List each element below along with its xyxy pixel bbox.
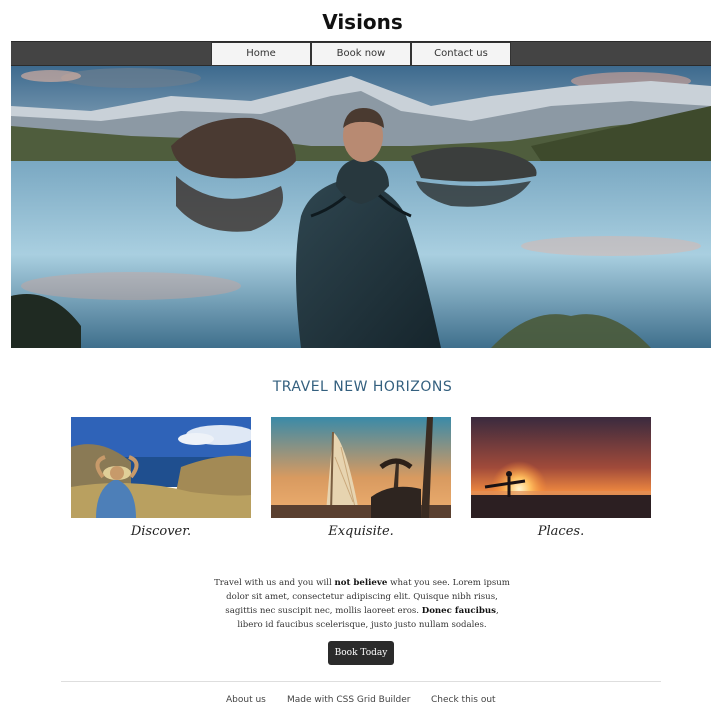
section-heading: TRAVEL NEW HORIZONS: [272, 379, 453, 395]
card-caption: Places.: [537, 524, 585, 539]
intro-bold-text: Donec faucibus: [421, 606, 496, 616]
main-nav: Home Book now Contact us: [11, 41, 711, 66]
site-title: Visions: [322, 10, 403, 34]
book-today-button[interactable]: Book Today: [328, 641, 394, 665]
sunset-surfer-photo: [471, 417, 651, 518]
nav-item-contact-us[interactable]: Contact us: [411, 42, 511, 66]
card-caption: Exquisite.: [328, 524, 394, 539]
nav-item-book-now[interactable]: Book now: [311, 42, 411, 66]
card-places: Places.: [471, 417, 651, 542]
card-discover: Discover.: [71, 417, 251, 542]
card-exquisite: Exquisite.: [271, 417, 451, 542]
intro-paragraph: Travel with us and you will not believe …: [212, 576, 512, 632]
intro-bold-text: not believe: [334, 578, 388, 588]
footer-link-about-us[interactable]: About us: [226, 692, 266, 708]
intro-text: Travel with us and you will: [214, 578, 335, 588]
nav-item-home[interactable]: Home: [211, 42, 311, 66]
footer-link-check-this-out[interactable]: Check this out: [431, 692, 496, 708]
card-caption: Discover.: [130, 524, 192, 539]
coastal-traveler-photo: [71, 417, 251, 518]
footer-divider: [61, 681, 661, 682]
footer-link-css-grid-builder[interactable]: Made with CSS Grid Builder: [287, 692, 411, 708]
burj-al-arab-photo: [271, 417, 451, 518]
hero-image: [11, 66, 711, 348]
